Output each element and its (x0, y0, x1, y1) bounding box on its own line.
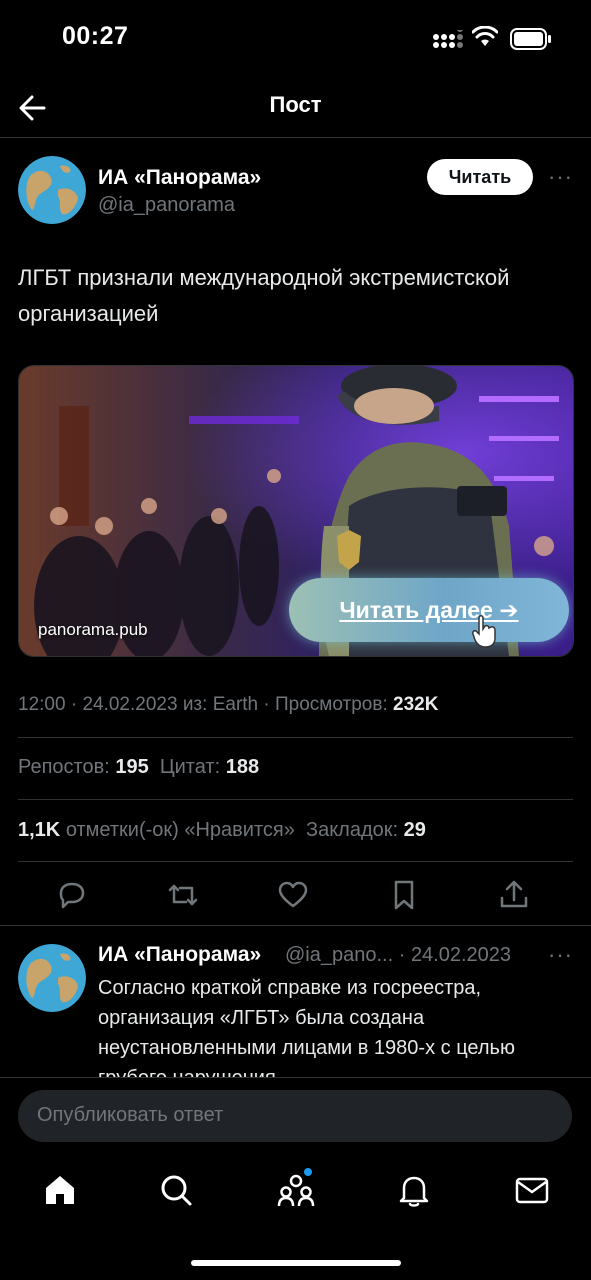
post-actions (0, 870, 591, 920)
quotes-count[interactable]: 188 (226, 756, 259, 778)
post-source: Earth (212, 694, 259, 715)
author-handle[interactable]: @ia_panorama (98, 194, 235, 217)
share-icon[interactable] (497, 878, 531, 912)
views-count: 232K (393, 694, 439, 715)
reposts-count[interactable]: 195 (115, 756, 148, 778)
top-bar: Пост (0, 80, 591, 136)
communities-icon[interactable] (276, 1170, 316, 1210)
bookmark-icon[interactable] (387, 878, 421, 912)
bottom-tab-bar (0, 1150, 591, 1230)
divider (0, 137, 591, 138)
signal-icon (433, 30, 463, 48)
reply-author-avatar[interactable] (18, 944, 86, 1012)
follow-button[interactable]: Читать (427, 159, 533, 195)
likes-label[interactable]: отметки(-ок) «Нравится» (66, 819, 295, 841)
hand-cursor-icon (472, 615, 496, 648)
quotes-label[interactable]: Цитат: (160, 756, 220, 778)
status-bar: 00:27 (0, 0, 591, 80)
divider (0, 1077, 591, 1078)
post-meta: 12:00 · 24.02.2023 из: Earth · Просмотро… (18, 694, 439, 715)
likes-bookmarks-stats: 1,1K отметки(-ок) «Нравится» Закладок: 2… (18, 819, 426, 842)
reply-more-icon[interactable]: ··· (548, 942, 573, 968)
status-time: 00:27 (62, 22, 129, 50)
reposts-label[interactable]: Репостов: (18, 756, 110, 778)
author-avatar[interactable] (18, 156, 86, 224)
reply-author-name[interactable]: ИА «Панорама» (98, 943, 261, 967)
notification-dot (304, 1168, 312, 1176)
reply-icon[interactable] (55, 878, 89, 912)
bookmarks-count: 29 (403, 819, 426, 841)
battery-icon (510, 28, 551, 50)
post-time[interactable]: 12:00 (18, 694, 66, 715)
wifi-icon (472, 26, 498, 46)
repost-quote-stats: Репостов: 195 Цитат: 188 (18, 756, 259, 779)
reply-placeholder: Опубликовать ответ (37, 1104, 224, 1126)
reply-item[interactable]: ИА «Панорама» @ia_pano... · 24.02.2023 ·… (0, 930, 591, 1077)
more-options-icon[interactable]: ··· (548, 164, 573, 190)
views-label: Просмотров: (275, 694, 388, 715)
divider (0, 925, 591, 926)
divider (18, 861, 573, 862)
source-label: из: (182, 694, 208, 715)
globe-avatar-image (18, 944, 86, 1012)
divider (18, 737, 573, 738)
post-text: ЛГБТ признали международной экстремистск… (18, 265, 510, 326)
card-domain: panorama.pub (38, 620, 148, 639)
read-more-banner: Читать далее ➔ (289, 578, 569, 642)
page-title: Пост (269, 92, 322, 117)
search-icon[interactable] (156, 1170, 196, 1210)
author-name[interactable]: ИА «Панорама» (98, 166, 261, 190)
likes-count[interactable]: 1,1K (18, 819, 60, 841)
like-heart-icon[interactable] (276, 878, 310, 912)
globe-avatar-image (18, 156, 86, 224)
reply-composer[interactable]: Опубликовать ответ (18, 1090, 572, 1142)
post-date[interactable]: 24.02.2023 (82, 694, 177, 715)
divider (18, 799, 573, 800)
notifications-bell-icon[interactable] (394, 1170, 434, 1210)
reply-handle-date: @ia_pano... · 24.02.2023 (285, 944, 512, 966)
home-icon[interactable] (40, 1170, 80, 1210)
home-indicator (191, 1260, 401, 1266)
bookmarks-label: Закладок: (305, 819, 399, 841)
repost-icon[interactable] (166, 878, 200, 912)
messages-envelope-icon[interactable] (512, 1170, 552, 1210)
reply-text: Согласно краткой справке из госреестра, … (98, 977, 515, 1077)
reply-author-handle[interactable]: @ia_pano... (285, 944, 393, 966)
link-card[interactable]: Читать далее ➔ panorama.pub (18, 365, 574, 657)
reply-date: 24.02.2023 (410, 944, 512, 966)
